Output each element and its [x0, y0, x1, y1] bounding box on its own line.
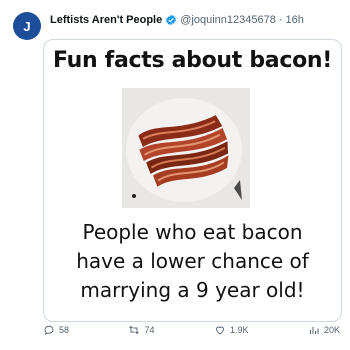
caption-line: have a lower chance of: [76, 249, 309, 273]
caption-line: marrying a 9 year old!: [80, 278, 305, 302]
meme-caption: People who eat bacon have a lower chance…: [44, 218, 341, 305]
like-icon: [216, 326, 224, 335]
views-icon: [309, 327, 319, 334]
tweet-media-image[interactable]: Fun facts about bacon! People who eat ba…: [43, 39, 342, 322]
reply-count: 58: [59, 325, 70, 335]
retweet-icon: [129, 325, 140, 335]
separator-dot: ·: [278, 14, 283, 26]
bacon-photo: [122, 88, 250, 208]
tweet-header: Leftists Aren't People @joquinn12345678 …: [50, 13, 342, 27]
caption-line: People who eat bacon: [82, 220, 303, 244]
display-name[interactable]: Leftists Aren't People: [50, 13, 162, 27]
timestamp[interactable]: 16h: [286, 13, 304, 27]
tweet-action-bar: 58 74 1.9K 20K: [43, 322, 340, 338]
like-count: 1.9K: [229, 325, 249, 335]
handle[interactable]: @joquinn12345678: [180, 13, 276, 27]
reply-button[interactable]: 58: [43, 324, 69, 336]
verified-badge-icon: [166, 14, 177, 26]
avatar-initial: J: [23, 18, 31, 34]
meme-headline: Fun facts about bacon!: [52, 48, 333, 73]
reply-icon: [44, 325, 54, 335]
avatar[interactable]: J: [13, 12, 41, 40]
like-button[interactable]: 1.9K: [214, 324, 249, 336]
retweet-button[interactable]: 74: [128, 324, 155, 336]
retweet-count: 74: [144, 325, 155, 335]
views-button[interactable]: 20K: [308, 324, 340, 336]
view-count: 20K: [323, 325, 340, 335]
